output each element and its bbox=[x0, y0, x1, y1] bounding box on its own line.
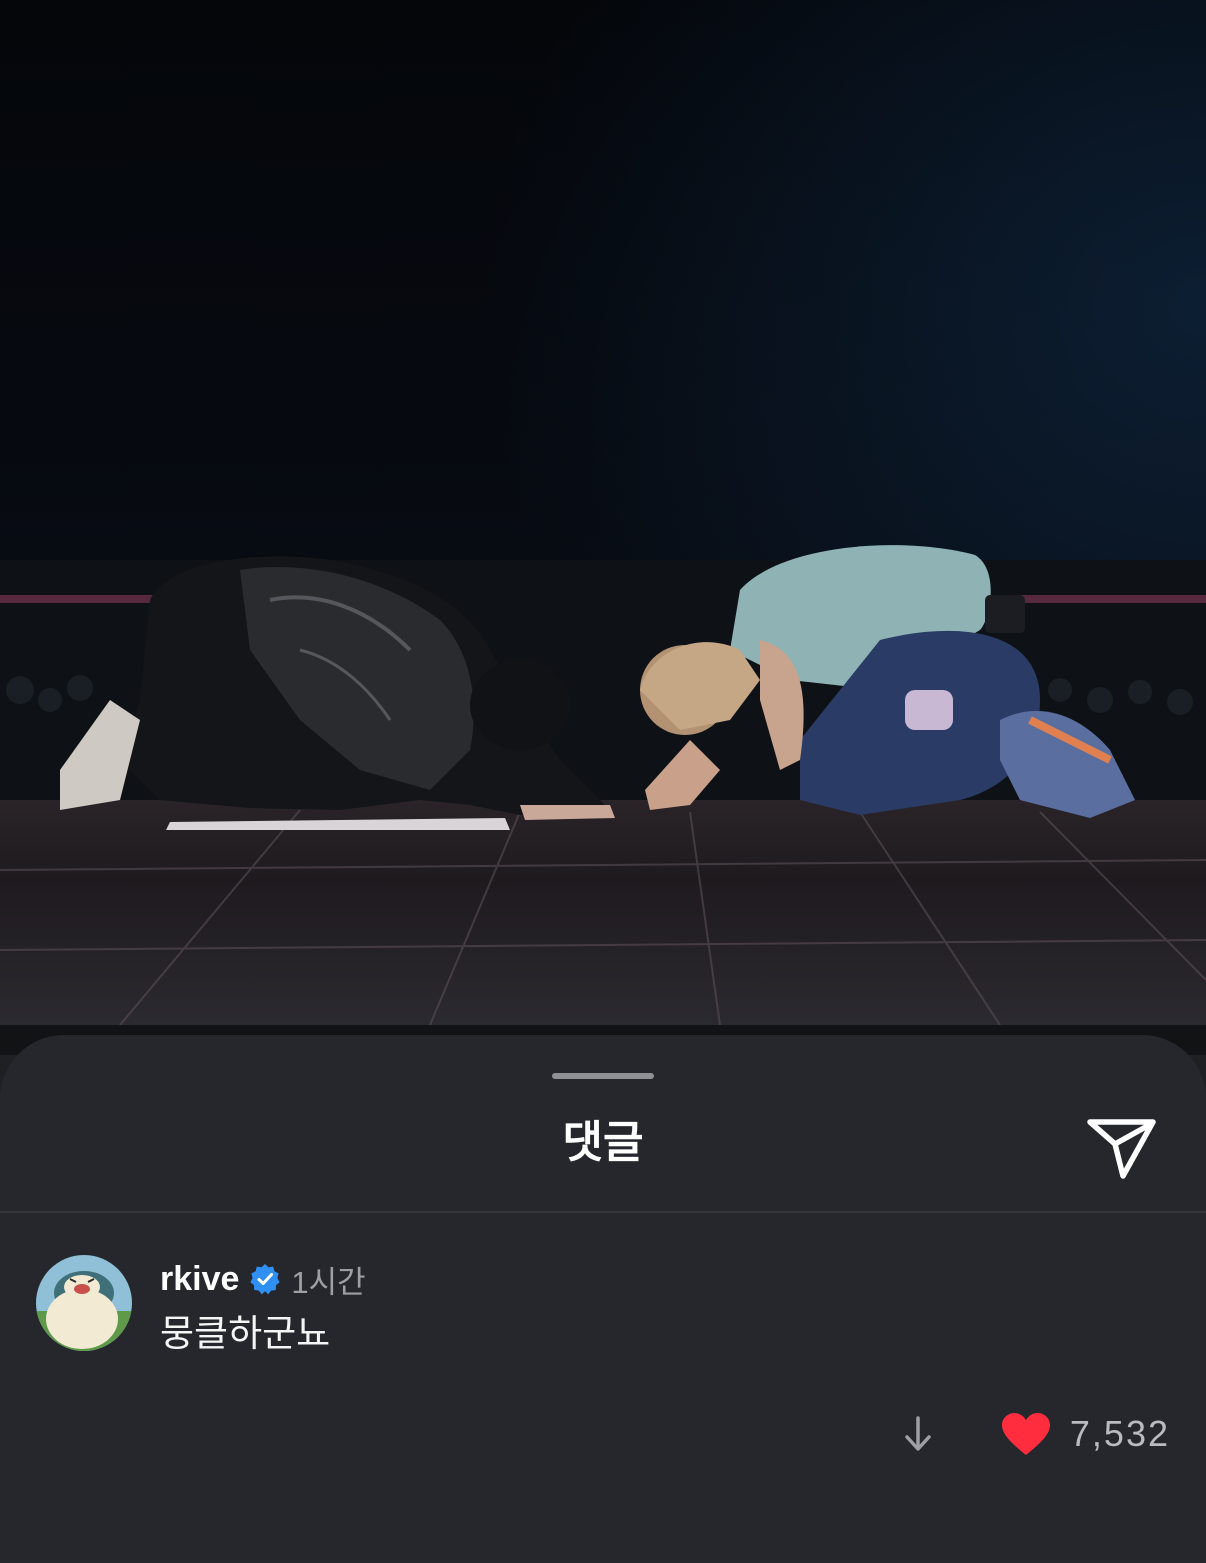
share-button[interactable] bbox=[1082, 1109, 1162, 1189]
comments-sheet: 댓글 rkive 1시간 뭉클하군뇨 7,532 bbox=[0, 1035, 1206, 1563]
comment-item: rkive 1시간 뭉클하군뇨 7,532 bbox=[0, 1213, 1206, 1563]
like-button[interactable] bbox=[1000, 1410, 1052, 1458]
avatar[interactable] bbox=[36, 1255, 132, 1351]
comment-username[interactable]: rkive bbox=[160, 1260, 239, 1299]
sheet-title: 댓글 bbox=[562, 1117, 644, 1168]
comment-text: 뭉클하군뇨 bbox=[160, 1312, 331, 1355]
sheet-drag-handle[interactable] bbox=[552, 1073, 654, 1079]
post-photo[interactable] bbox=[0, 0, 1206, 1025]
send-icon bbox=[1087, 1119, 1156, 1179]
comment-actions: 7,532 bbox=[896, 1409, 1170, 1459]
like-count: 7,532 bbox=[1069, 1413, 1170, 1454]
heart-icon bbox=[1001, 1413, 1050, 1455]
view-replies-button[interactable] bbox=[896, 1412, 940, 1456]
verified-badge-icon bbox=[249, 1263, 281, 1295]
comment-timestamp: 1시간 bbox=[291, 1264, 366, 1300]
concert-stage-image bbox=[0, 0, 1206, 1025]
snorlax-avatar-image bbox=[36, 1255, 132, 1351]
arrow-down-icon bbox=[905, 1416, 931, 1451]
comment-meta: rkive 1시간 bbox=[160, 1257, 366, 1301]
